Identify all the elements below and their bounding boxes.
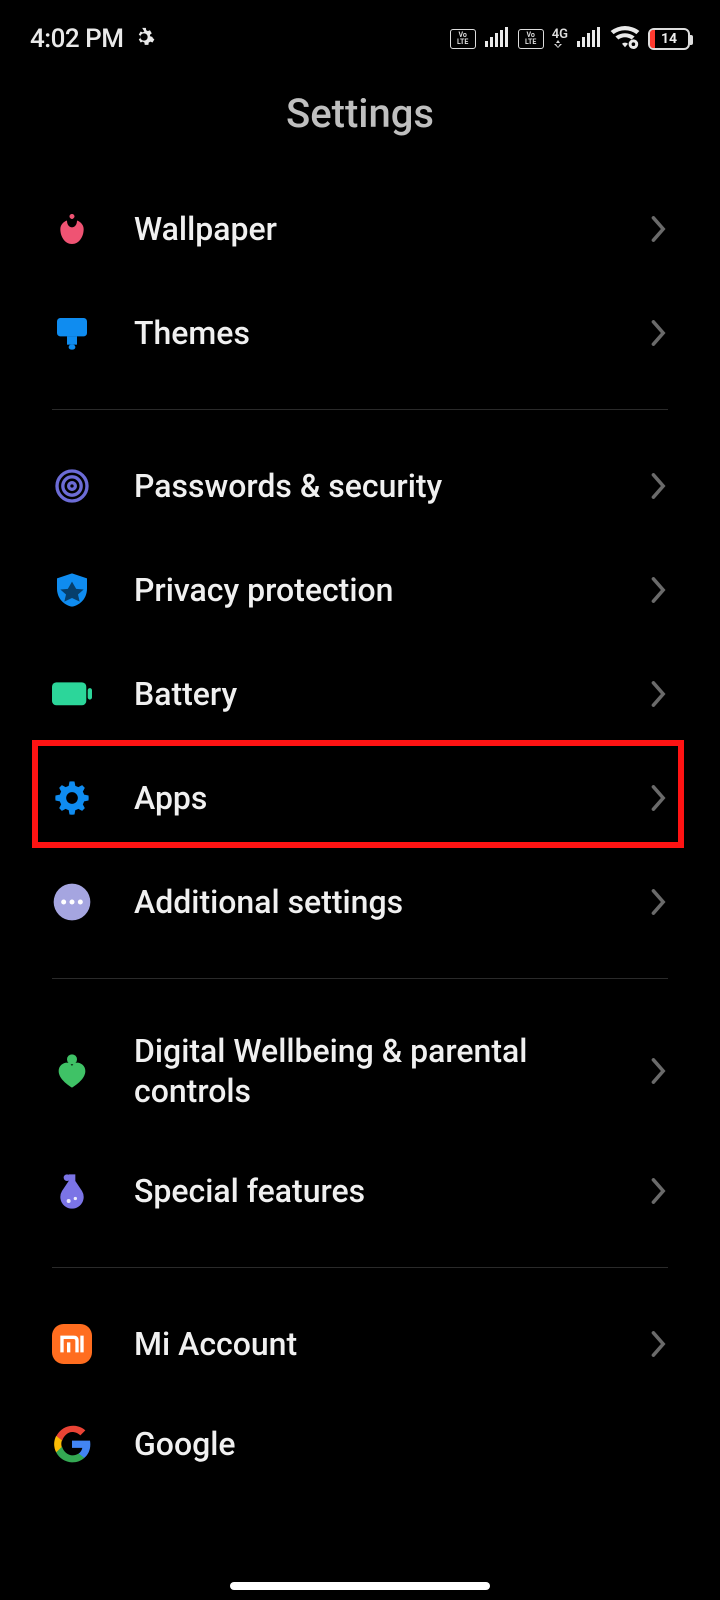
status-bar: 4:02 PM VoLTE VoLTE 4G 14 — [0, 0, 720, 60]
gear-icon — [52, 778, 92, 818]
mi-logo-icon — [52, 1324, 92, 1364]
row-mi-account[interactable]: Mi Account — [0, 1292, 720, 1396]
row-label: Battery — [134, 674, 608, 714]
battery-icon: 14 — [648, 28, 690, 50]
section-divider — [52, 409, 668, 410]
row-privacy-protection[interactable]: Privacy protection — [0, 538, 720, 642]
chevron-right-icon — [650, 1177, 668, 1205]
section-divider — [52, 978, 668, 979]
row-label: Privacy protection — [134, 570, 608, 610]
status-time: 4:02 PM — [30, 24, 123, 54]
row-label: Mi Account — [134, 1324, 608, 1364]
chevron-right-icon — [650, 1057, 668, 1085]
chevron-right-icon — [650, 888, 668, 916]
row-special-features[interactable]: Special features — [0, 1139, 720, 1243]
signal1-icon — [484, 27, 510, 51]
battery-row-icon — [52, 674, 92, 714]
row-apps[interactable]: Apps — [0, 746, 720, 850]
row-label: Google — [134, 1424, 668, 1464]
row-label: Special features — [134, 1171, 608, 1211]
chevron-right-icon — [650, 1330, 668, 1358]
chevron-right-icon — [650, 215, 668, 243]
wellbeing-icon — [52, 1051, 92, 1091]
chevron-right-icon — [650, 680, 668, 708]
chevron-right-icon — [650, 784, 668, 812]
themes-icon — [52, 313, 92, 353]
shield-icon — [52, 570, 92, 610]
row-themes[interactable]: Themes — [0, 281, 720, 385]
row-label: Additional settings — [134, 882, 608, 922]
flask-icon — [52, 1171, 92, 1211]
page-title: Settings — [0, 90, 720, 137]
row-label: Passwords & security — [134, 466, 608, 506]
network-type-label: 4G — [552, 30, 568, 48]
more-icon — [52, 882, 92, 922]
chevron-right-icon — [650, 472, 668, 500]
section-divider — [52, 1267, 668, 1268]
volte2-icon: VoLTE — [518, 29, 544, 49]
row-wallpaper[interactable]: Wallpaper — [0, 177, 720, 281]
settings-gear-icon — [133, 26, 155, 52]
row-label: Apps — [134, 778, 608, 818]
wallpaper-icon — [52, 209, 92, 249]
row-battery[interactable]: Battery — [0, 642, 720, 746]
row-label: Digital Wellbeing & parental controls — [134, 1031, 608, 1111]
row-google[interactable]: Google — [0, 1396, 720, 1464]
wifi-icon — [610, 25, 640, 53]
signal2-icon — [576, 27, 602, 51]
row-passwords-security[interactable]: Passwords & security — [0, 434, 720, 538]
row-label: Themes — [134, 313, 608, 353]
row-digital-wellbeing[interactable]: Digital Wellbeing & parental controls — [0, 1003, 720, 1139]
row-additional-settings[interactable]: Additional settings — [0, 850, 720, 954]
fingerprint-icon — [52, 466, 92, 506]
chevron-right-icon — [650, 319, 668, 347]
home-indicator[interactable] — [230, 1582, 490, 1590]
volte1-icon: VoLTE — [450, 29, 476, 49]
row-label: Wallpaper — [134, 209, 608, 249]
google-logo-icon — [52, 1424, 92, 1464]
chevron-right-icon — [650, 576, 668, 604]
